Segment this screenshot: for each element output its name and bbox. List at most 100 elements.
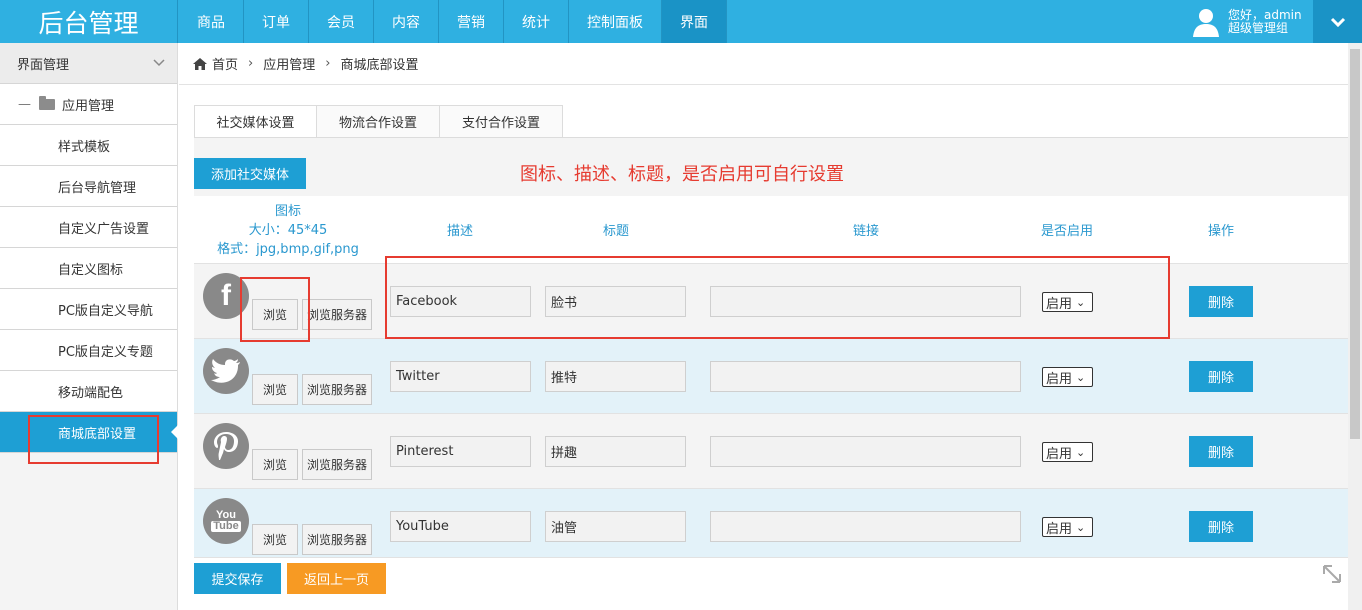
header-icon-format: 格式：jpg,bmp,gif,png bbox=[217, 242, 359, 257]
settings-tabs: 社交媒体设置 物流合作设置 支付合作设置 bbox=[194, 105, 563, 137]
breadcrumb: 首页 › 应用管理 › 商城底部设置 bbox=[179, 43, 1348, 85]
sidebar: 界面管理 — 应用管理 样式模板 后台导航管理 自定义广告设置 自定义图标 PC… bbox=[0, 43, 178, 610]
page-scrollbar[interactable] bbox=[1348, 43, 1362, 610]
sidebar-item-custom-ads[interactable]: 自定义广告设置 bbox=[0, 207, 177, 248]
sidebar-header[interactable]: 界面管理 bbox=[0, 43, 177, 84]
nav-item-orders[interactable]: 订单 bbox=[244, 0, 309, 43]
user-greeting: 您好，admin bbox=[1228, 7, 1302, 22]
top-bar: 后台管理 商品 订单 会员 内容 营销 统计 控制面板 界面 您好，admin … bbox=[0, 0, 1362, 43]
nav-item-goods[interactable]: 商品 bbox=[179, 0, 244, 43]
scrollbar-thumb[interactable] bbox=[1350, 49, 1360, 439]
title-input[interactable]: 拼趣 bbox=[545, 436, 686, 467]
sidebar-item-mobile-colors[interactable]: 移动端配色 bbox=[0, 371, 177, 412]
sidebar-item-pc-nav[interactable]: PC版自定义导航 bbox=[0, 289, 177, 330]
resize-icon[interactable] bbox=[1321, 563, 1343, 585]
user-info[interactable]: 您好，admin 超级管理组 bbox=[1190, 0, 1312, 43]
link-input[interactable] bbox=[710, 436, 1021, 467]
annotation-box-fields bbox=[385, 256, 1170, 339]
nav-item-members[interactable]: 会员 bbox=[309, 0, 374, 43]
enabled-select[interactable]: 启用 ⌄ bbox=[1042, 442, 1093, 462]
table-row: 浏览 浏览服务器 Pinterest 拼趣 启用 ⌄ 删除 bbox=[194, 414, 1348, 489]
sidebar-item-admin-nav[interactable]: 后台导航管理 bbox=[0, 166, 177, 207]
chevron-down-icon: ⌄ bbox=[1076, 520, 1086, 534]
tab-social-media[interactable]: 社交媒体设置 bbox=[194, 105, 317, 137]
header-enabled: 是否启用 bbox=[1040, 224, 1093, 239]
nav-item-content[interactable]: 内容 bbox=[374, 0, 439, 43]
browse-button[interactable]: 浏览 bbox=[252, 524, 298, 555]
breadcrumb-current: 商城底部设置 bbox=[340, 58, 419, 73]
app-title: 后台管理 bbox=[0, 0, 178, 43]
tab-logistics[interactable]: 物流合作设置 bbox=[316, 105, 440, 137]
top-nav: 商品 订单 会员 内容 营销 统计 控制面板 界面 bbox=[179, 0, 727, 43]
chevron-down-icon bbox=[1330, 17, 1345, 27]
nav-item-marketing[interactable]: 营销 bbox=[439, 0, 504, 43]
social-media-panel: 添加社交媒体 图标、描述、标题，是否启用可自行设置 图标 大小：45*45 格式… bbox=[194, 137, 1348, 558]
header-icon-size: 大小：45*45 bbox=[248, 223, 328, 238]
nav-item-interface[interactable]: 界面 bbox=[662, 0, 727, 43]
sidebar-item-pc-topics[interactable]: PC版自定义专题 bbox=[0, 330, 177, 371]
link-input[interactable] bbox=[710, 361, 1021, 392]
description-input[interactable]: Pinterest bbox=[390, 436, 531, 467]
header-icon: 图标 bbox=[274, 204, 301, 219]
tab-payment[interactable]: 支付合作设置 bbox=[439, 105, 563, 137]
browse-button[interactable]: 浏览 bbox=[252, 374, 298, 405]
folder-icon bbox=[39, 95, 55, 110]
table-header: 图标 大小：45*45 格式：jpg,bmp,gif,png 描述 标题 链接 … bbox=[194, 196, 1348, 264]
sidebar-item-style-template[interactable]: 样式模板 bbox=[0, 125, 177, 166]
nav-item-control-panel[interactable]: 控制面板 bbox=[569, 0, 662, 43]
add-social-media-button[interactable]: 添加社交媒体 bbox=[194, 158, 306, 189]
browse-server-button[interactable]: 浏览服务器 bbox=[302, 374, 372, 405]
back-button[interactable]: 返回上一页 bbox=[287, 563, 386, 594]
annotation-box-browse bbox=[240, 277, 310, 342]
delete-button[interactable]: 删除 bbox=[1189, 436, 1253, 467]
annotation-box-sidebar bbox=[28, 415, 159, 464]
user-menu-toggle[interactable] bbox=[1313, 0, 1362, 43]
twitter-bird-icon bbox=[211, 359, 240, 383]
pinterest-icon bbox=[203, 423, 249, 469]
enabled-select[interactable]: 启用 ⌄ bbox=[1042, 367, 1093, 387]
table-row: You Tube 浏览 浏览服务器 YouTube 油管 启用 ⌄ 删除 bbox=[194, 489, 1348, 558]
pinterest-p-icon bbox=[214, 432, 238, 460]
twitter-icon bbox=[203, 348, 249, 394]
browse-server-button[interactable]: 浏览服务器 bbox=[302, 524, 372, 555]
enabled-select-value: 启用 bbox=[1046, 371, 1073, 387]
breadcrumb-home[interactable]: 首页 bbox=[212, 54, 238, 73]
sidebar-group-apps[interactable]: — 应用管理 bbox=[0, 84, 177, 125]
youtube-icon: You Tube bbox=[203, 498, 249, 544]
chevron-down-icon bbox=[153, 59, 165, 67]
enabled-select-value: 启用 bbox=[1046, 446, 1073, 462]
sidebar-group-label: 应用管理 bbox=[62, 98, 115, 114]
header-link: 链接 bbox=[852, 224, 879, 239]
home-icon bbox=[193, 57, 207, 70]
nav-item-stats[interactable]: 统计 bbox=[504, 0, 569, 43]
breadcrumb-apps[interactable]: 应用管理 bbox=[263, 54, 315, 73]
header-description: 描述 bbox=[446, 224, 473, 239]
submit-save-button[interactable]: 提交保存 bbox=[194, 563, 281, 594]
description-input[interactable]: YouTube bbox=[390, 511, 531, 542]
breadcrumb-separator-icon: › bbox=[325, 56, 331, 71]
main-content: 首页 › 应用管理 › 商城底部设置 社交媒体设置 物流合作设置 支付合作设置 … bbox=[179, 43, 1348, 610]
breadcrumb-separator-icon: › bbox=[248, 56, 254, 71]
annotation-note: 图标、描述、标题，是否启用可自行设置 bbox=[520, 164, 844, 185]
chevron-down-icon: ⌄ bbox=[1076, 370, 1086, 384]
enabled-select[interactable]: 启用 ⌄ bbox=[1042, 517, 1093, 537]
title-input[interactable]: 油管 bbox=[545, 511, 686, 542]
link-input[interactable] bbox=[710, 511, 1021, 542]
user-avatar-icon bbox=[1193, 8, 1219, 37]
browse-button[interactable]: 浏览 bbox=[252, 449, 298, 480]
delete-button[interactable]: 删除 bbox=[1189, 361, 1253, 392]
sidebar-item-custom-icons[interactable]: 自定义图标 bbox=[0, 248, 177, 289]
browse-server-button[interactable]: 浏览服务器 bbox=[302, 449, 372, 480]
collapse-icon: — bbox=[18, 96, 31, 112]
header-action: 操作 bbox=[1207, 224, 1234, 239]
enabled-select-value: 启用 bbox=[1046, 521, 1073, 537]
title-input[interactable]: 推特 bbox=[545, 361, 686, 392]
table-row: 浏览 浏览服务器 Twitter 推特 启用 ⌄ 删除 bbox=[194, 339, 1348, 414]
delete-button[interactable]: 删除 bbox=[1189, 511, 1253, 542]
description-input[interactable]: Twitter bbox=[390, 361, 531, 392]
browse-server-button[interactable]: 浏览服务器 bbox=[302, 299, 372, 330]
sidebar-header-label: 界面管理 bbox=[17, 57, 70, 73]
header-title: 标题 bbox=[602, 224, 629, 239]
user-role: 超级管理组 bbox=[1228, 20, 1289, 35]
delete-button[interactable]: 删除 bbox=[1189, 286, 1253, 317]
